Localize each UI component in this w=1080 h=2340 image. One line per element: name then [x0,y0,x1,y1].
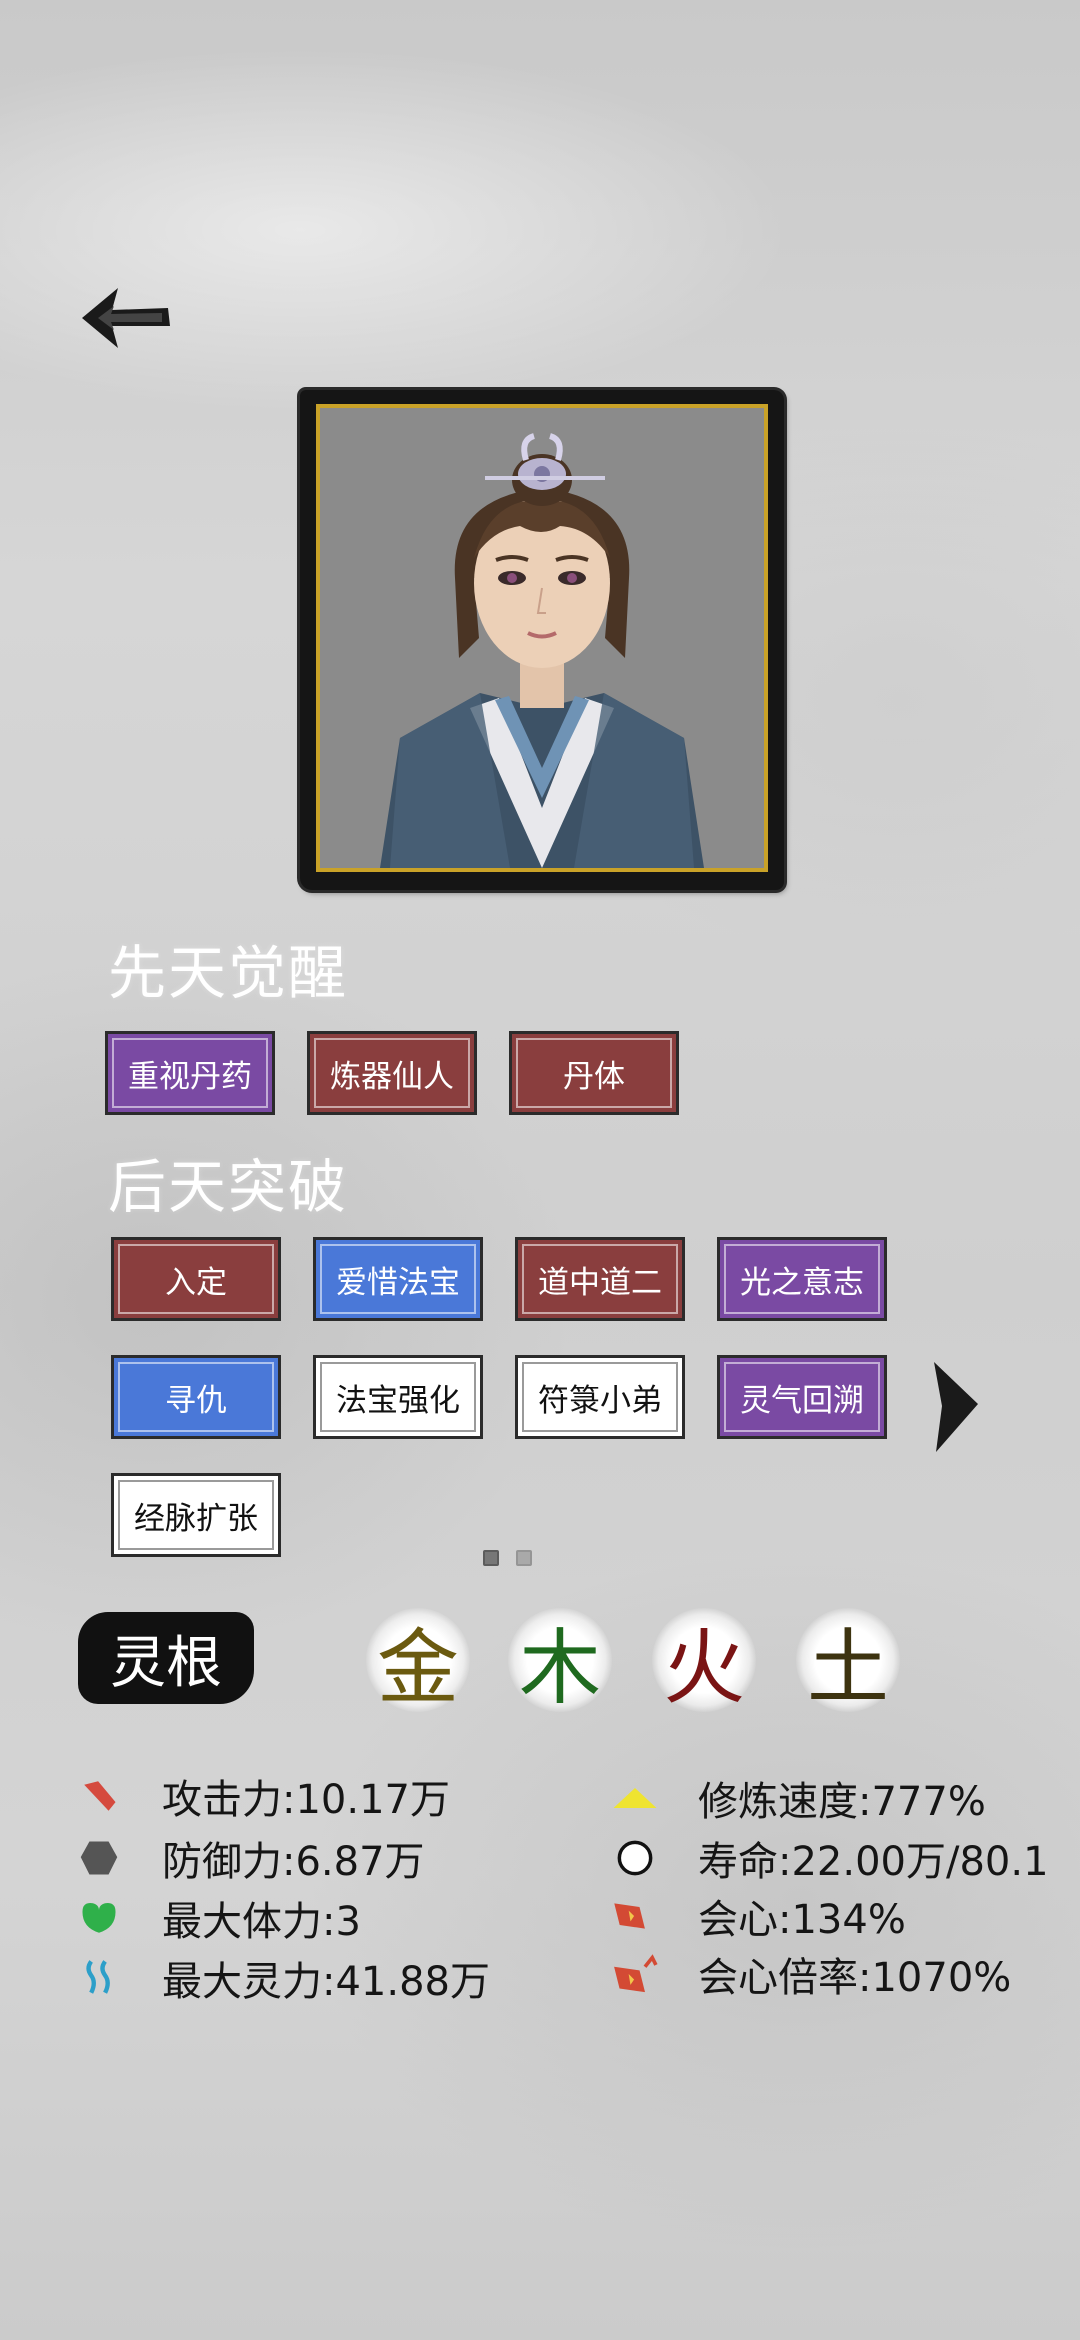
shield-icon [76,1835,122,1881]
stat-max-hp-value: 最大体力:3 [162,1899,361,1945]
stat-max-hp: 最大体力:3 [76,1890,361,1946]
next-page-arrow-icon[interactable] [932,1360,980,1454]
stat-cultivation-speed-value: 修炼速度:777% [698,1779,986,1825]
trait-chip[interactable]: 炼器仙人 [307,1031,477,1115]
stat-defense: 防御力:6.87万 [76,1830,425,1886]
spirit-wave-icon [76,1955,122,2001]
character-portrait-frame [300,390,784,890]
stat-crit-multiplier: 会心倍率:1070% [612,1946,1011,2002]
crit-multiplier-icon [612,1951,658,1997]
innate-awakening-title: 先天觉醒 [108,939,349,1007]
stat-crit-multiplier-value: 会心倍率:1070% [698,1955,1012,2001]
stat-lifespan: 寿命:22.00万/80.1 [612,1830,1049,1886]
stat-lifespan-value: 寿命:22.00万/80.1 [698,1839,1049,1885]
trait-chip[interactable]: 爱惜法宝 [313,1237,483,1321]
element-wood: 木 [508,1608,612,1716]
circle-icon [612,1835,658,1881]
trait-chip[interactable]: 法宝强化 [313,1355,483,1439]
sword-icon [76,1773,122,1819]
stat-defense-value: 防御力:6.87万 [162,1839,425,1885]
page-indicator-dot[interactable] [483,1550,499,1566]
stat-crit: 会心:134% [612,1888,906,1944]
element-earth: 土 [796,1608,900,1716]
character-portrait [316,404,768,872]
acquired-breakthrough-title: 后天突破 [108,1153,349,1221]
trait-chip[interactable]: 丹体 [509,1031,679,1115]
trait-chip[interactable]: 符箓小弟 [515,1355,685,1439]
stat-max-spirit: 最大灵力:41.88万 [76,1950,490,2006]
trait-chip[interactable]: 寻仇 [111,1355,281,1439]
stat-attack-value: 攻击力:10.17万 [162,1777,450,1823]
element-fire: 火 [652,1608,756,1716]
element-metal: 金 [366,1608,470,1716]
stat-crit-value: 会心:134% [698,1897,906,1943]
stat-cultivation-speed: 修炼速度:777% [612,1770,986,1826]
spirit-root-label: 灵根 [78,1612,254,1704]
triangle-icon [612,1775,658,1821]
trait-chip[interactable]: 重视丹药 [105,1031,275,1115]
trait-chip[interactable]: 光之意志 [717,1237,887,1321]
page-indicator-dot[interactable] [516,1550,532,1566]
trait-chip[interactable]: 经脉扩张 [111,1473,281,1557]
trait-chip[interactable]: 灵气回溯 [717,1355,887,1439]
stat-attack: 攻击力:10.17万 [76,1768,450,1824]
trait-chip[interactable]: 道中道二 [515,1237,685,1321]
stat-max-spirit-value: 最大灵力:41.88万 [162,1959,490,2005]
crit-icon [612,1893,658,1939]
trait-chip[interactable]: 入定 [111,1237,281,1321]
heart-icon [76,1895,122,1941]
back-arrow-icon[interactable] [78,282,174,354]
